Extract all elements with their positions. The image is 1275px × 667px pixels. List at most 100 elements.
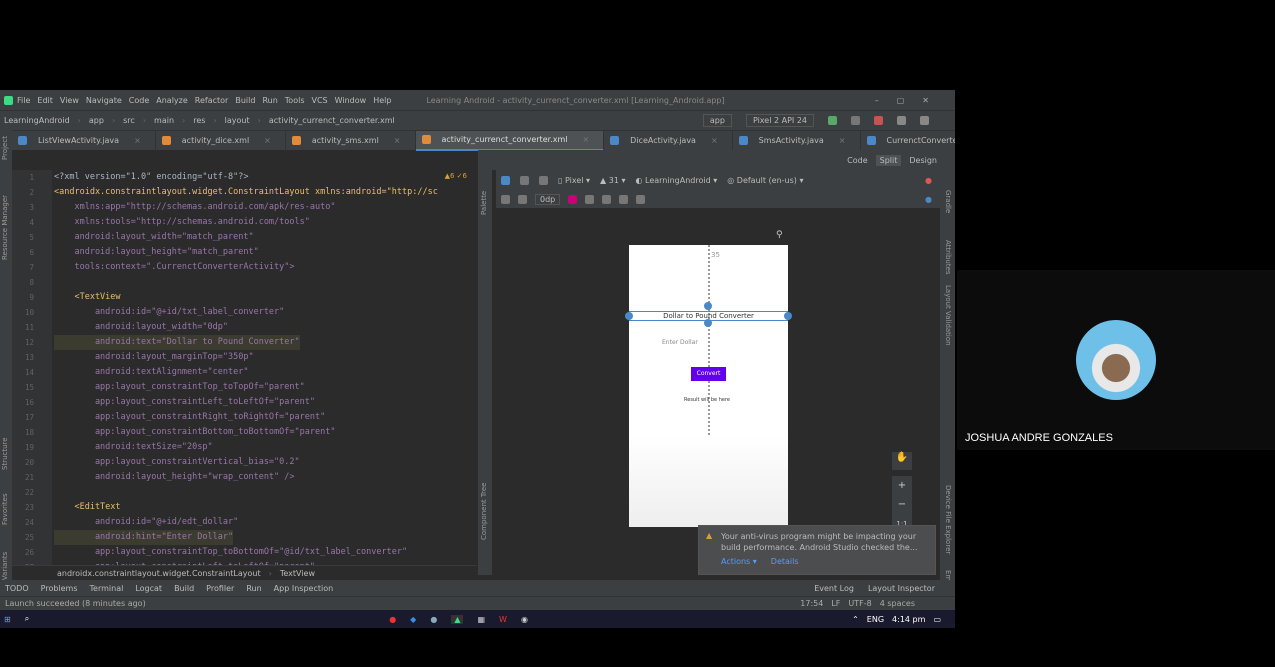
menu-refactor[interactable]: Refactor: [195, 96, 229, 105]
code-line[interactable]: 7 tools:context=".CurrenctConverterActiv…: [12, 260, 477, 275]
code-line[interactable]: 25 android:hint="Enter Dollar": [12, 530, 477, 545]
menu-navigate[interactable]: Navigate: [86, 96, 122, 105]
align-icon[interactable]: [619, 194, 629, 204]
menu-build[interactable]: Build: [235, 96, 255, 105]
code-line[interactable]: 13 android:layout_marginTop="350p": [12, 350, 477, 365]
code-line[interactable]: 20 app:layout_constraintVertical_bias="0…: [12, 455, 477, 470]
run-icon[interactable]: [828, 116, 837, 125]
tool-profiler[interactable]: Profiler: [206, 584, 234, 593]
close-icon[interactable]: ×: [582, 135, 589, 144]
close-icon[interactable]: ×: [839, 136, 846, 145]
nav-crumb[interactable]: main: [154, 116, 174, 125]
code-line[interactable]: 6 android:layout_height="match_parent": [12, 245, 477, 260]
favorites-tool[interactable]: Favorites: [1, 493, 9, 525]
left-handle[interactable]: [625, 312, 633, 320]
code-line[interactable]: 17 app:layout_constraintRight_toRightOf=…: [12, 410, 477, 425]
close-icon[interactable]: ×: [394, 136, 401, 145]
menu-window[interactable]: Window: [335, 96, 367, 105]
code-line[interactable]: 11 android:layout_width="0dp": [12, 320, 477, 335]
code-line[interactable]: 1 <?xml version="1.0" encoding="utf-8"?>: [12, 170, 477, 185]
menu-vcs[interactable]: VCS: [312, 96, 328, 105]
code-line[interactable]: 14 android:textAlignment="center": [12, 365, 477, 380]
taskbar-search-icon[interactable]: ⌕: [25, 614, 29, 624]
device-dropdown[interactable]: ▯ Pixel ▾: [558, 176, 590, 185]
breadcrumb-leaf[interactable]: TextView: [280, 569, 315, 578]
menu-code[interactable]: Code: [129, 96, 149, 105]
menu-edit[interactable]: Edit: [37, 96, 53, 105]
code-line[interactable]: 16 app:layout_constraintLeft_toLeftOf="p…: [12, 395, 477, 410]
device-file-explorer-tool[interactable]: Device File Explorer: [944, 485, 952, 554]
menu-tools[interactable]: Tools: [285, 96, 305, 105]
steam-icon[interactable]: ●: [430, 615, 437, 624]
nav-crumb[interactable]: src: [123, 116, 135, 125]
window-controls[interactable]: –▢✕: [875, 96, 947, 105]
code-editor[interactable]: 1 <?xml version="1.0" encoding="utf-8"?> 2…: [12, 170, 477, 575]
menu-run[interactable]: Run: [262, 96, 277, 105]
notifications-icon[interactable]: ▭: [933, 615, 941, 624]
wps-icon[interactable]: W: [499, 615, 507, 624]
tool-run[interactable]: Run: [246, 584, 261, 593]
orientation-icon[interactable]: [520, 175, 529, 185]
code-line[interactable]: 9 <TextView: [12, 290, 477, 305]
menu-file[interactable]: File: [17, 96, 30, 105]
gradle-tool[interactable]: Gradle: [944, 190, 952, 213]
menu-analyze[interactable]: Analyze: [156, 96, 188, 105]
attributes-tool[interactable]: Attributes: [944, 240, 952, 275]
cursor-position[interactable]: 17:54: [800, 599, 823, 608]
project-tool[interactable]: Project: [1, 136, 9, 160]
code-line[interactable]: 26 app:layout_constraintTop_toBottomOf="…: [12, 545, 477, 560]
breadcrumb-root[interactable]: androidx.constraintlayout.widget.Constra…: [57, 569, 261, 578]
layout-inspector-tool[interactable]: Layout Inspector: [868, 584, 935, 593]
menu-help[interactable]: Help: [373, 96, 391, 105]
component-tree-tool[interactable]: Component Tree: [480, 483, 488, 540]
eye-icon[interactable]: [501, 194, 510, 204]
code-line[interactable]: 24 android:id="@+id/edt_dollar": [12, 515, 477, 530]
nav-crumb[interactable]: layout: [225, 116, 250, 125]
locale-dropdown[interactable]: ◎ Default (en-us) ▾: [727, 176, 803, 185]
antivirus-notification[interactable]: Your anti-virus program might be impacti…: [698, 525, 936, 575]
close-icon[interactable]: ×: [711, 136, 718, 145]
tab-4[interactable]: DiceActivity.java ×: [604, 130, 733, 151]
design-mode-button[interactable]: Design: [909, 156, 937, 165]
code-line[interactable]: 23 <EditText: [12, 500, 477, 515]
actions-link[interactable]: Actions ▾: [721, 557, 757, 566]
tool-app-inspection[interactable]: App Inspection: [274, 584, 334, 593]
structure-tool[interactable]: Structure: [1, 437, 9, 470]
night-mode-icon[interactable]: [539, 175, 548, 185]
tool-terminal[interactable]: Terminal: [90, 584, 124, 593]
top-handle[interactable]: [704, 302, 712, 310]
close-icon[interactable]: ×: [264, 136, 271, 145]
vscode-icon[interactable]: ◆: [410, 615, 416, 624]
details-link[interactable]: Details: [771, 557, 799, 566]
code-line[interactable]: 21 android:layout_height="wrap_content" …: [12, 470, 477, 485]
resource-manager-tool[interactable]: Resource Manager: [1, 195, 9, 260]
menu-view[interactable]: View: [60, 96, 79, 105]
file-encoding[interactable]: UTF-8: [848, 599, 871, 608]
code-line[interactable]: 19 android:textSize="20sp": [12, 440, 477, 455]
layers-icon[interactable]: [501, 175, 510, 185]
clock[interactable]: 4:14 pm: [892, 615, 925, 624]
nav-crumb[interactable]: LearningAndroid: [4, 116, 70, 125]
nav-crumb[interactable]: res: [193, 116, 205, 125]
run-config-select[interactable]: app: [702, 114, 732, 127]
preview-hint[interactable]: Enter Dollar: [662, 339, 698, 346]
code-line[interactable]: 4 xmlns:tools="http://schemas.android.co…: [12, 215, 477, 230]
nav-crumb[interactable]: app: [89, 116, 104, 125]
indent-setting[interactable]: 4 spaces: [880, 599, 915, 608]
device-select[interactable]: Pixel 2 API 24: [745, 114, 814, 127]
pack-icon[interactable]: [602, 194, 612, 204]
language-indicator[interactable]: ENG: [867, 615, 884, 624]
phone-preview[interactable]: 35 Dollar to Pound Converter Enter Dolla…: [625, 245, 792, 527]
android-studio-taskbar-icon[interactable]: ▲: [451, 614, 464, 624]
image-viewer-icon[interactable]: ▦: [477, 615, 485, 624]
pin-icon[interactable]: ⚲: [776, 230, 783, 240]
infer-constraints-icon[interactable]: [585, 194, 595, 204]
api-dropdown[interactable]: ▲ 31 ▾: [600, 176, 625, 185]
palette-tool[interactable]: Palette: [480, 191, 488, 215]
tab-5[interactable]: SmsActivity.java ×: [733, 130, 861, 151]
tab-1[interactable]: activity_dice.xml ×: [156, 130, 286, 151]
tab-2[interactable]: activity_sms.xml ×: [286, 130, 416, 151]
stop-icon[interactable]: [874, 116, 883, 125]
sdk-manager-icon[interactable]: [897, 116, 906, 125]
tool-logcat[interactable]: Logcat: [135, 584, 162, 593]
